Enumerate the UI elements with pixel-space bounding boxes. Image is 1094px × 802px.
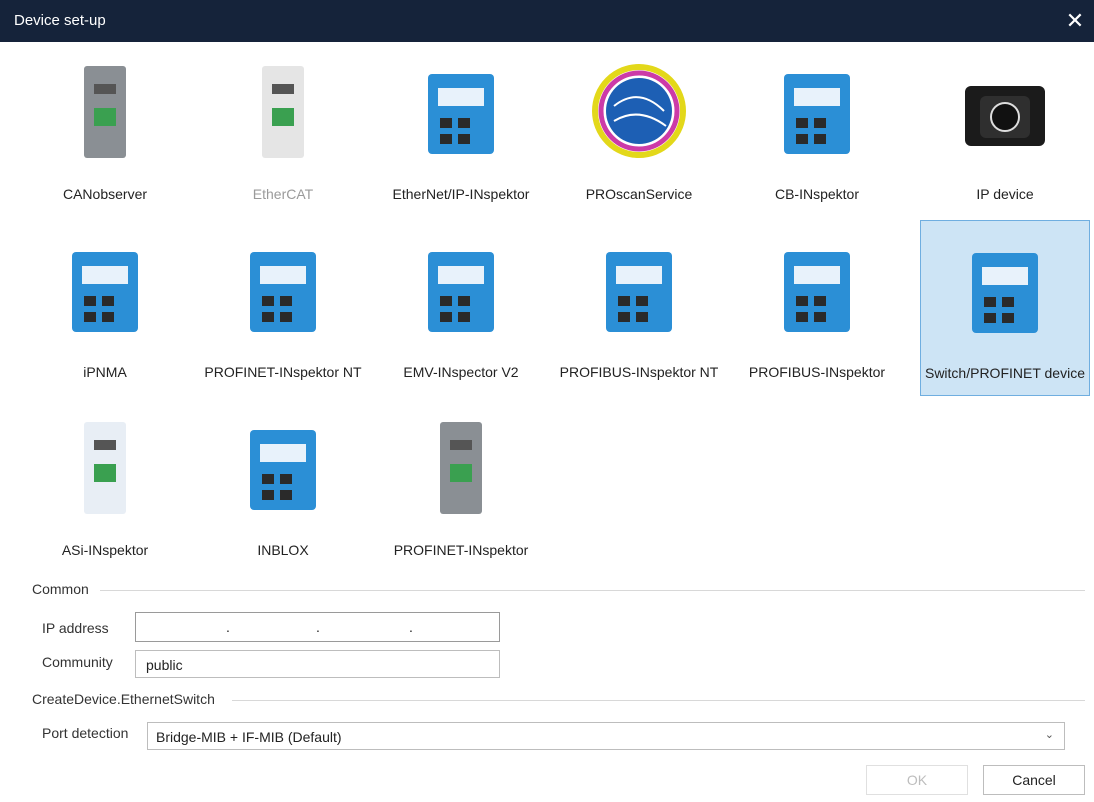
device-label: EMV-INspector V2 (403, 364, 519, 380)
common-divider (100, 590, 1085, 591)
device-label: INBLOX (257, 542, 309, 558)
device-tile[interactable]: EtherCAT (198, 42, 368, 218)
device-label: PROFIBUS-INspektor NT (559, 364, 719, 380)
ip-dot-1: . (226, 619, 230, 635)
port-detection-label: Port detection (42, 725, 129, 741)
ethernet-switch-section-label: CreateDevice.EthernetSwitch (32, 691, 215, 707)
device-label: EtherNet/IP-INspektor (392, 186, 530, 202)
device-tile[interactable]: EtherNet/IP-INspektor (376, 42, 546, 218)
ethercat-device-icon (228, 56, 338, 166)
ip-address-field[interactable]: . . . (135, 612, 500, 642)
device-label: CANobserver (62, 186, 148, 202)
device-tile[interactable]: IP device (920, 42, 1090, 218)
device-tile[interactable]: CB-INspektor (732, 42, 902, 218)
device-tile[interactable]: EMV-INspector V2 (376, 220, 546, 396)
device-label: PROscanService (585, 186, 693, 202)
device-tile[interactable]: Switch/PROFINET device (920, 220, 1090, 396)
device-tile[interactable]: PROFIBUS-INspektor (732, 220, 902, 396)
port-detection-value: Bridge-MIB + IF-MIB (Default) (156, 729, 342, 745)
ethernetip-inspektor-icon (406, 56, 516, 166)
ip-address-label: IP address (42, 620, 109, 636)
proscan-service-icon (584, 56, 694, 166)
chevron-down-icon: ⌄ (1044, 729, 1054, 741)
switch-profinet-device-icon (950, 235, 1060, 345)
device-tile[interactable]: PROFINET-INspektor NT (198, 220, 368, 396)
device-tile[interactable]: PROscanService (554, 42, 724, 218)
cb-inspektor-icon (762, 56, 872, 166)
device-label: PROFINET-INspektor NT (204, 364, 362, 380)
common-section-label: Common (32, 581, 89, 597)
device-label: Switch/PROFINET device (924, 365, 1085, 381)
ip-dot-2: . (316, 619, 320, 635)
device-label: EtherCAT (252, 186, 314, 202)
title-bar: Device set-up ✕ (0, 0, 1094, 42)
device-label: PROFIBUS-INspektor (748, 364, 886, 380)
emv-inspector-v2-icon (406, 234, 516, 344)
community-field[interactable]: public (135, 650, 500, 678)
device-tile[interactable]: INBLOX (198, 398, 368, 574)
inblox-device-icon (228, 412, 338, 522)
window-title: Device set-up (14, 12, 106, 29)
cancel-button[interactable]: Cancel (983, 765, 1085, 795)
device-label: iPNMA (83, 364, 127, 380)
port-detection-select[interactable]: Bridge-MIB + IF-MIB (Default) ⌄ (147, 722, 1065, 750)
ip-device-icon (950, 56, 1060, 166)
device-tile[interactable]: PROFINET-INspektor (376, 398, 546, 574)
ethernet-switch-divider (232, 700, 1085, 701)
device-label: ASi-INspektor (61, 542, 149, 558)
profinet-inspektor-nt-icon (228, 234, 338, 344)
profibus-inspektor-icon (762, 234, 872, 344)
device-label: PROFINET-INspektor (393, 542, 529, 558)
ok-button[interactable]: OK (866, 765, 968, 795)
device-tile[interactable]: ASi-INspektor (20, 398, 190, 574)
device-tile[interactable]: PROFIBUS-INspektor NT (554, 220, 724, 396)
community-label: Community (42, 654, 113, 670)
canobserver-device-icon (50, 56, 160, 166)
ipnma-device-icon (50, 234, 160, 344)
close-icon[interactable]: ✕ (1062, 8, 1088, 34)
device-tile[interactable]: CANobserver (20, 42, 190, 218)
device-label: CB-INspektor (774, 186, 860, 202)
asi-inspektor-icon (50, 412, 160, 522)
profinet-inspektor-icon (406, 412, 516, 522)
device-label: IP device (976, 186, 1034, 202)
profibus-inspektor-nt-icon (584, 234, 694, 344)
device-tile[interactable]: iPNMA (20, 220, 190, 396)
ip-dot-3: . (409, 619, 413, 635)
